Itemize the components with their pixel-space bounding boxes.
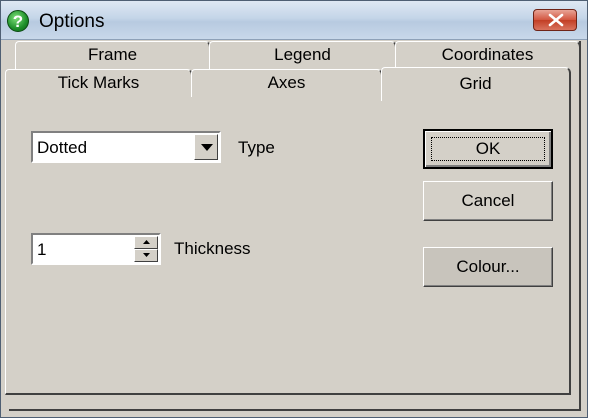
help-icon: ? (7, 10, 29, 32)
close-icon (548, 13, 564, 27)
tab-legend-label: Legend (274, 45, 331, 64)
panel-edge-right (579, 41, 581, 411)
tab-grid[interactable]: Grid (381, 67, 571, 101)
tab-frame[interactable]: Frame (15, 41, 211, 69)
tab-tick-marks-label: Tick Marks (57, 73, 140, 92)
title-bar[interactable]: ? Options (1, 1, 587, 40)
tab-coordinates-label: Coordinates (441, 45, 534, 64)
arrow-up-icon (143, 240, 150, 244)
grid-type-value: Dotted (37, 138, 88, 157)
dropdown-button[interactable] (194, 134, 218, 160)
tab-axes-label: Axes (267, 73, 306, 92)
colour-button-label: Colour... (456, 257, 520, 276)
arrow-down-icon (143, 253, 150, 257)
spin-down-button[interactable] (134, 249, 158, 262)
thickness-stepper[interactable]: 1 (31, 233, 161, 265)
options-dialog: ? Options Frame Legend Coordinates Tick … (0, 0, 588, 418)
spin-up-button[interactable] (134, 236, 158, 249)
tab-coordinates[interactable]: Coordinates (395, 41, 581, 69)
thickness-label: Thickness (174, 239, 251, 258)
tab-tick-marks[interactable]: Tick Marks (5, 69, 193, 99)
type-label: Type (238, 138, 275, 157)
tab-axes[interactable]: Axes (191, 69, 383, 99)
tab-frame-label: Frame (87, 45, 138, 64)
cancel-button[interactable]: Cancel (423, 181, 553, 221)
thickness-value: 1 (37, 240, 47, 259)
focus-rect (431, 137, 545, 161)
tab-grid-label: Grid (459, 74, 492, 93)
tab-legend[interactable]: Legend (209, 41, 397, 69)
cancel-button-label: Cancel (461, 191, 515, 210)
panel-edge-bottom (9, 409, 581, 411)
window-title: Options (39, 11, 105, 32)
colour-button[interactable]: Colour... (423, 247, 553, 287)
ok-button[interactable]: OK (423, 129, 553, 169)
grid-type-select[interactable]: Dotted (31, 131, 221, 163)
close-button[interactable] (533, 9, 577, 31)
chevron-down-icon (201, 144, 213, 151)
